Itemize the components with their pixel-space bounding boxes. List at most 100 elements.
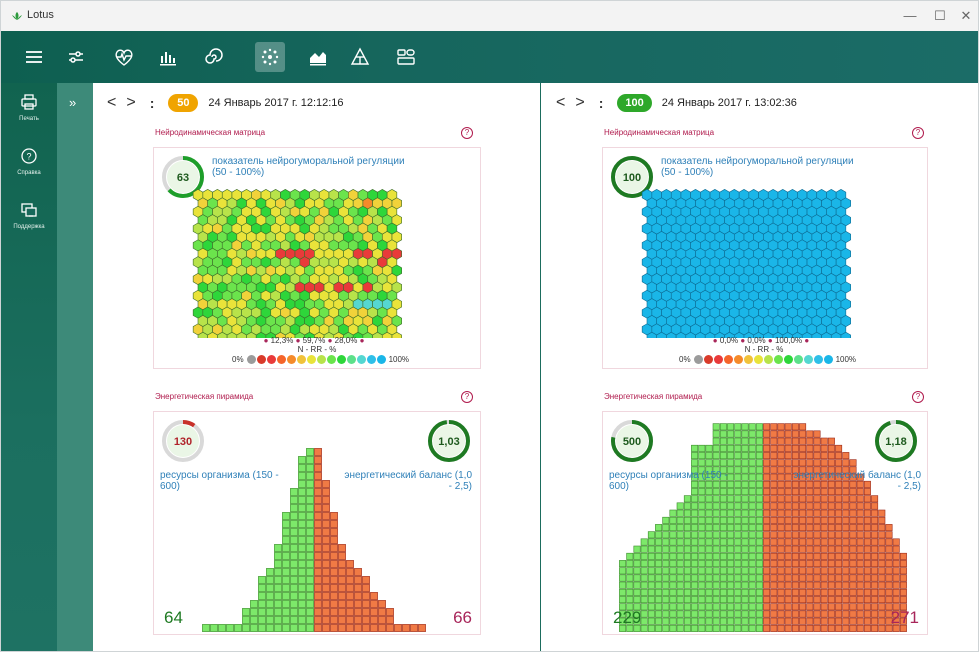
pyramid-red-cell [777, 437, 785, 445]
legend-dot [356, 354, 366, 364]
pyramid-help-icon[interactable]: ? [461, 391, 473, 403]
pyramid-green-cell [727, 552, 735, 560]
pyramid-green-cell [727, 509, 735, 517]
rail-print[interactable]: Печать [1, 93, 57, 122]
pyramid-red-cell [314, 504, 322, 512]
next-button[interactable]: > [126, 94, 135, 112]
pyramid-green-cell [755, 495, 763, 503]
pyramid-green-cell [748, 444, 756, 452]
pyramid-green-cell [755, 509, 763, 517]
resources-label: ресурсы организма (150 - 600) [609, 470, 728, 492]
pyramid-green-cell [691, 567, 699, 575]
pyramid-red-cell [354, 608, 362, 616]
pyramid-red-cell [770, 545, 778, 553]
pyramid-red-cell [856, 581, 864, 589]
pyramid-green-cell [282, 536, 290, 544]
pyramid-red-cell [806, 495, 814, 503]
pyramid-red-cell [763, 552, 771, 560]
pyramid-red-cell [799, 538, 807, 546]
pyramid-green-cell [698, 581, 706, 589]
pyramid-red-cell [770, 624, 778, 632]
pyramid-help-icon[interactable]: ? [912, 391, 924, 403]
pyramid-red-cell [386, 616, 394, 624]
pyramid-red-cell [813, 509, 821, 517]
pyramid-green-cell [633, 574, 641, 582]
pyramid-green-cell [719, 524, 727, 532]
pyramid-green-cell [290, 496, 298, 504]
pyramid-green-cell [748, 617, 756, 625]
regulation-label: показатель нейрогуморальной регуляции (5… [212, 156, 405, 178]
pyramid-green-cell [727, 545, 735, 553]
pyramid-red-cell [856, 596, 864, 604]
pyramid-green-cell [755, 452, 763, 460]
pyramid-green-cell [298, 608, 306, 616]
expand-button[interactable]: » [69, 95, 76, 110]
pyramid-green-cell [748, 552, 756, 560]
spiral-icon[interactable] [197, 42, 227, 72]
legend-dot [306, 354, 316, 364]
matrix-help-icon[interactable]: ? [912, 127, 924, 139]
pyramid-red-cell [871, 610, 879, 618]
area-chart-icon[interactable] [303, 42, 333, 72]
close-button[interactable]: ✕ [951, 6, 978, 26]
pyramid-green-cell [705, 509, 713, 517]
pyramid-green-cell [626, 596, 634, 604]
pyramid-red-cell [791, 610, 799, 618]
pyramid-red-cell [784, 596, 792, 604]
bar-chart-icon[interactable] [153, 42, 183, 72]
pyramid-red-cell [856, 560, 864, 568]
pyramid-green-cell [258, 600, 266, 608]
pyramid-green-cell [306, 456, 314, 464]
pyramid-green-cell [683, 531, 691, 539]
sliders-icon[interactable] [61, 42, 91, 72]
pyramid-green-cell [626, 581, 634, 589]
prev-button[interactable]: < [107, 94, 116, 112]
pyramid-red-cell [820, 459, 828, 467]
pyramid-green-cell [683, 560, 691, 568]
rail-support[interactable]: Поддержка [1, 201, 57, 230]
menu-icon[interactable] [19, 42, 49, 72]
pyramid-green-cell [226, 624, 234, 632]
pyramid-red-cell [770, 452, 778, 460]
matrix-help-icon[interactable]: ? [461, 127, 473, 139]
legend-dot [326, 354, 336, 364]
legend-dots [693, 354, 834, 364]
pyramid-green-cell [755, 581, 763, 589]
pyramid-red-cell [863, 596, 871, 604]
pyramid-green-cell [306, 504, 314, 512]
legend-max: 100% [388, 354, 410, 364]
layout-icon[interactable] [391, 42, 421, 72]
pyramid-red-cell [871, 516, 879, 524]
balance-label: энергетический баланс (1,0 - 2,5) [793, 470, 921, 492]
pyramid-green-cell [633, 588, 641, 596]
pyramid-green-cell [734, 480, 742, 488]
pyramid-red-cell [835, 538, 843, 546]
legend-dot [693, 354, 703, 364]
pyramid-green-cell [748, 502, 756, 510]
pyramid-green-cell [719, 560, 727, 568]
rail-help[interactable]: ? Справка [1, 147, 57, 176]
next-button[interactable]: > [575, 94, 584, 112]
pyramid-red-cell [813, 495, 821, 503]
pyramid-green-cell [755, 488, 763, 496]
pyramid-red-cell [813, 545, 821, 553]
pyramid-red-cell [885, 588, 893, 596]
pyramid-red-cell [777, 596, 785, 604]
pyramid-red-cell [322, 568, 330, 576]
pyramid-red-cell [346, 600, 354, 608]
pyramid-icon[interactable] [345, 42, 375, 72]
more-button[interactable]: : [150, 95, 155, 111]
heart-monitor-icon[interactable] [109, 42, 139, 72]
matrix-icon[interactable] [255, 42, 285, 72]
pyramid-green-cell [705, 538, 713, 546]
prev-button[interactable]: < [556, 94, 565, 112]
more-button[interactable]: : [599, 95, 604, 111]
pyramid-red-cell [314, 560, 322, 568]
pyramid-red-cell [763, 459, 771, 467]
pyramid-red-cell [899, 560, 907, 568]
pyramid-green-cell [719, 574, 727, 582]
pyramid-green-cell [683, 624, 691, 632]
pyramid-green-cell [748, 624, 756, 632]
pyramid-red-cell [322, 536, 330, 544]
minimize-button[interactable]: — [895, 6, 925, 26]
